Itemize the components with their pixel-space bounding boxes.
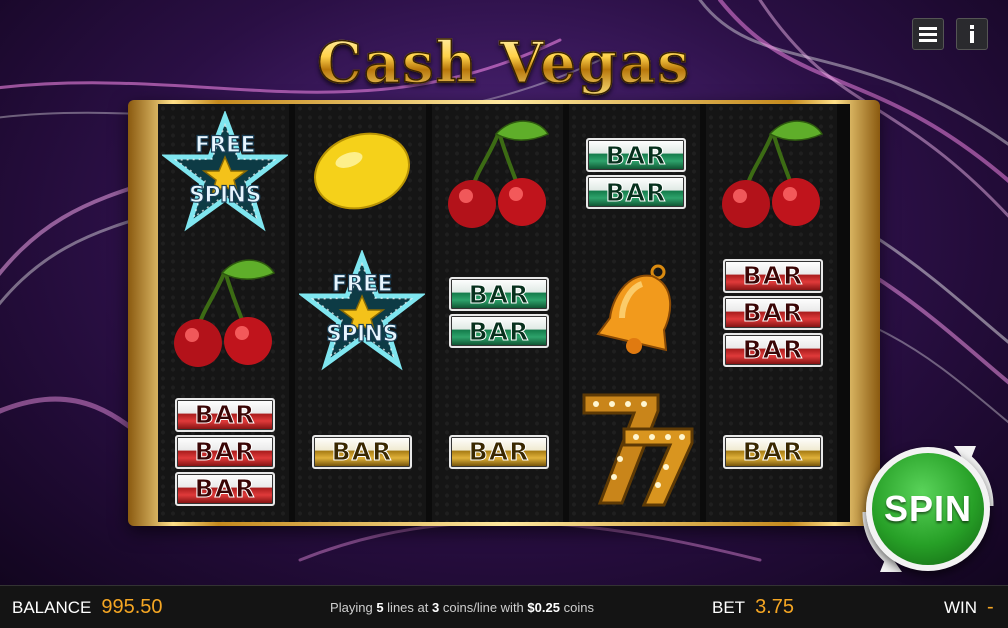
bar-tag: BAR: [175, 434, 275, 469]
cherry-icon: [170, 251, 280, 374]
bar-tag: BAR: [175, 471, 275, 506]
bar-symbol-gold: BAR: [723, 434, 823, 469]
bet-value: 3.75: [755, 595, 794, 618]
coin-value: $0.25: [527, 599, 560, 615]
bar-symbol-green: BAR BAR: [449, 277, 549, 348]
lines-text: lines at: [387, 599, 429, 615]
coins-text: coins/line with: [442, 599, 524, 615]
reel-symbol-bar-red-3: BAR BAR BAR: [158, 382, 292, 521]
lucky-seven-icon: [574, 389, 698, 514]
reel-4: BAR BAR: [569, 104, 703, 522]
menu-button[interactable]: [912, 18, 944, 50]
reel-1: FREE SPINS BAR BAR BAR: [158, 104, 292, 522]
info-button[interactable]: [956, 18, 988, 50]
bar-symbol-red: BAR BAR BAR: [175, 397, 275, 506]
reel-frame: FREE SPINS BAR BAR BAR FREE SPINS BAR BAR BAR BAR B…: [128, 100, 880, 526]
win-display: WIN -: [944, 596, 994, 619]
reel-symbol-bar-gold-1: BAR: [706, 382, 840, 521]
reel-symbol-cherry: [432, 104, 566, 243]
reel-symbol-bar-green-2: BAR BAR: [432, 243, 566, 382]
reel-2: FREE SPINS BAR: [295, 104, 429, 522]
reel-symbol-cherry: [706, 104, 840, 243]
reel-symbol-bar-gold-1: BAR: [432, 382, 566, 521]
reel-symbol-lemon: [295, 104, 429, 243]
free-spins-scatter-icon: FREE SPINS: [299, 249, 425, 376]
bar-tag: BAR: [586, 138, 686, 172]
bar-symbol-gold: BAR: [449, 434, 549, 469]
reel-symbol-free-spins: FREE SPINS: [158, 104, 292, 243]
bar-tag: BAR: [449, 434, 549, 469]
cherry-icon: [718, 112, 828, 235]
bet-display[interactable]: BET 3.75: [712, 596, 794, 619]
free-spins-label-top: FREE: [331, 271, 393, 297]
spin-label: SPIN: [883, 488, 973, 529]
win-label: WIN: [944, 597, 978, 617]
playing-prefix: Playing: [330, 599, 373, 615]
bar-tag: BAR: [175, 397, 275, 432]
reel-3: BAR BAR BAR: [432, 104, 566, 522]
bar-tag: BAR: [723, 258, 823, 293]
reel-symbol-bar-gold-1: BAR: [295, 382, 429, 521]
coin-suffix: coins: [563, 599, 594, 615]
bell-icon: [586, 260, 686, 365]
free-spins-label-bottom: SPINS: [325, 321, 399, 347]
status-bar: BALANCE 995.50 Playing 5 lines at 3 coins…: [0, 585, 1008, 628]
free-spins-label-bottom: SPINS: [188, 182, 262, 208]
reel-symbol-cherry: [158, 243, 292, 382]
lemon-icon: [307, 126, 417, 221]
coins-count: 3: [432, 599, 440, 615]
reel-symbol-free-spins: FREE SPINS: [295, 243, 429, 382]
bar-tag: BAR: [723, 332, 823, 367]
hamburger-menu-icon: [919, 27, 937, 42]
bar-tag: BAR: [586, 175, 686, 209]
bar-symbol-green: BAR BAR: [586, 138, 686, 209]
game-logo: Cash Vegas: [0, 29, 1008, 97]
bar-tag: BAR: [449, 277, 549, 311]
bet-label: BET: [712, 597, 746, 617]
reel-symbol-seven: [569, 382, 703, 521]
spin-button[interactable]: SPIN: [866, 447, 990, 571]
bar-tag: BAR: [312, 434, 412, 469]
bar-tag: BAR: [723, 434, 823, 469]
bar-symbol-gold: BAR: [312, 434, 412, 469]
free-spins-scatter-icon: FREE SPINS: [162, 110, 288, 237]
free-spins-label-top: FREE: [194, 132, 256, 158]
bar-tag: BAR: [449, 314, 549, 348]
bar-symbol-red: BAR BAR BAR: [723, 258, 823, 367]
lines-count: 5: [376, 599, 384, 615]
game-stage: Cash Vegas FREE SPINS BAR BAR BAR FREE SPINS BA…: [0, 0, 1008, 585]
bar-tag: BAR: [723, 295, 823, 330]
reel-symbol-bar-red-3: BAR BAR BAR: [706, 243, 840, 382]
reel-symbol-bell: [569, 243, 703, 382]
game-title: Cash Vegas: [317, 29, 691, 97]
info-icon: [970, 25, 974, 43]
win-value: -: [987, 595, 994, 618]
reel-symbol-bar-green-2: BAR BAR: [569, 104, 703, 243]
reel-window: FREE SPINS BAR BAR BAR FREE SPINS BAR BAR BAR BAR B…: [158, 104, 850, 522]
cherry-icon: [444, 112, 554, 235]
reel-5: BAR BAR BAR BAR: [706, 104, 840, 522]
